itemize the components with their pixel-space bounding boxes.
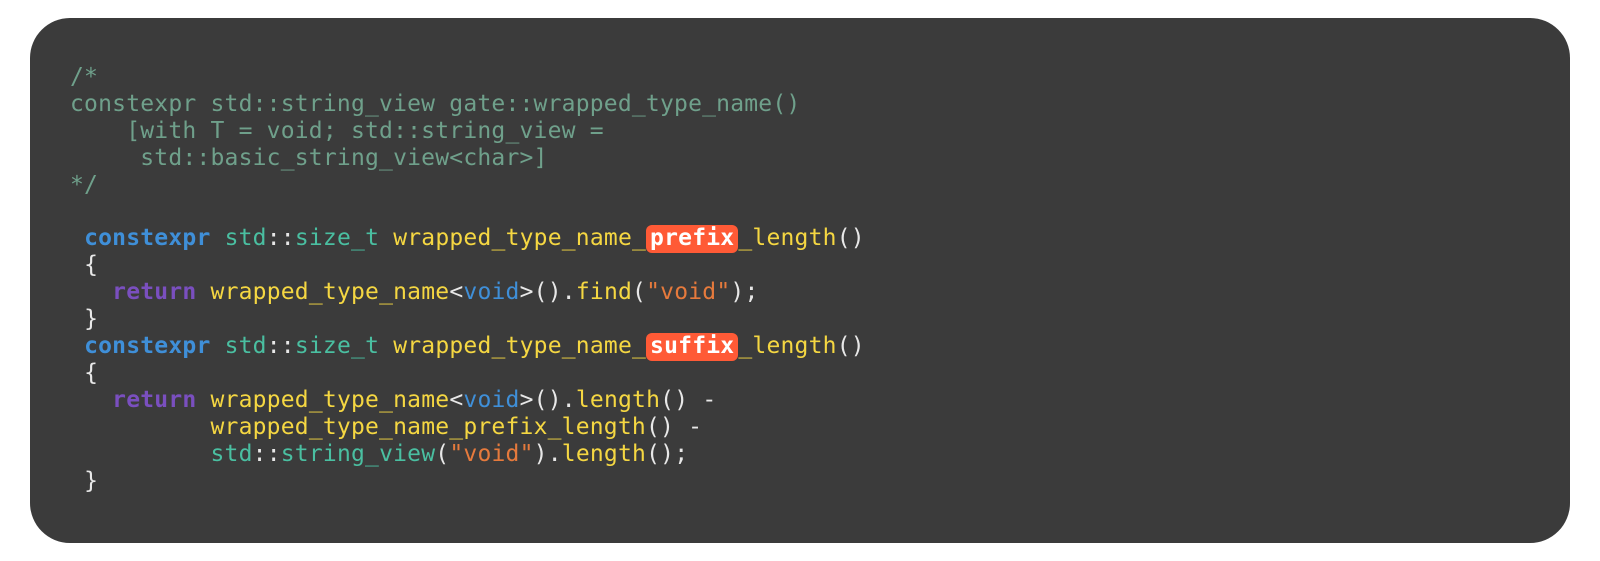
func-length: length: [576, 387, 660, 413]
punc-lbrace: {: [84, 252, 98, 278]
func-suffix-part1: wrapped_type_name_: [393, 333, 646, 359]
punc-minus: -: [688, 387, 716, 413]
punc-lparen-3: (: [632, 279, 646, 305]
type-string_view: string_view: [281, 441, 436, 467]
comment-line-3: std::basic_string_view<char>]: [70, 145, 548, 171]
punc-lt: <: [449, 279, 463, 305]
highlight-suffix: suffix: [646, 333, 738, 361]
func-suffix-usc: _: [738, 333, 752, 359]
punc-lparen-6: (: [660, 387, 674, 413]
keyword-return: return: [112, 279, 196, 305]
string-void-2: "void": [449, 441, 533, 467]
func-wtn-prefix-len: wrapped_type_name_prefix_length: [210, 414, 645, 440]
keyword-constexpr-2: constexpr: [84, 333, 210, 359]
punc-lparen: (: [837, 225, 851, 251]
keyword-constexpr: constexpr: [84, 225, 210, 251]
code-block: /* constexpr std::string_view gate::wrap…: [30, 18, 1570, 543]
func-prefix-length-word: length: [752, 225, 836, 251]
punc-rparen-7: ): [660, 414, 674, 440]
punc-rbrace: }: [84, 306, 98, 332]
punc-rbrace-2: }: [84, 468, 98, 494]
punc-minus-2: -: [674, 414, 702, 440]
punc-rparen: ): [851, 225, 865, 251]
punc-coloncolon-3: ::: [253, 441, 281, 467]
func-prefix-usc: _: [738, 225, 752, 251]
comment-line-1: constexpr std::string_view gate::wrapped…: [70, 91, 800, 117]
ns-std: std: [225, 225, 267, 251]
punc-rparen-2: ): [548, 279, 562, 305]
highlight-prefix: prefix: [646, 225, 738, 253]
punc-lt-2: <: [449, 387, 463, 413]
comment-close: */: [70, 172, 98, 198]
punc-rparen-4: ): [851, 333, 865, 359]
punc-lparen-8: (: [435, 441, 449, 467]
func-suffix-length-word: length: [752, 333, 836, 359]
type-size_t-2: size_t: [295, 333, 379, 359]
punc-gt-2: >: [520, 387, 534, 413]
punc-dot-3: .: [548, 441, 562, 467]
punc-rparen-8: ): [534, 441, 548, 467]
comment-line-2: [with T = void; std::string_view =: [70, 118, 604, 144]
ns-std-2: std: [225, 333, 267, 359]
punc-lparen-9: (: [646, 441, 660, 467]
punc-lparen-4: (: [837, 333, 851, 359]
type-void: void: [463, 279, 519, 305]
string-void: "void": [646, 279, 730, 305]
punc-rparen-5: ): [548, 387, 562, 413]
func-prefix-part1: wrapped_type_name_: [393, 225, 646, 251]
punc-coloncolon: ::: [267, 225, 295, 251]
punc-lbrace-2: {: [84, 360, 98, 386]
punc-coloncolon-2: ::: [267, 333, 295, 359]
func-wtn: wrapped_type_name: [211, 279, 450, 305]
comment-open: /*: [70, 64, 98, 90]
punc-rparen-9: ): [660, 441, 674, 467]
func-find: find: [576, 279, 632, 305]
punc-lparen-7: (: [646, 414, 660, 440]
punc-semi: ;: [744, 279, 758, 305]
ns-std-3: std: [210, 441, 252, 467]
keyword-return-2: return: [112, 387, 196, 413]
punc-lparen-2: (: [534, 279, 548, 305]
type-void-2: void: [463, 387, 519, 413]
punc-dot: .: [562, 279, 576, 305]
punc-semi-2: ;: [674, 441, 688, 467]
punc-rparen-3: ): [730, 279, 744, 305]
punc-dot-2: .: [562, 387, 576, 413]
punc-rparen-6: ): [674, 387, 688, 413]
punc-lparen-5: (: [534, 387, 548, 413]
type-size_t: size_t: [295, 225, 379, 251]
func-wtn-2: wrapped_type_name: [211, 387, 450, 413]
func-length-2: length: [562, 441, 646, 467]
punc-gt: >: [520, 279, 534, 305]
